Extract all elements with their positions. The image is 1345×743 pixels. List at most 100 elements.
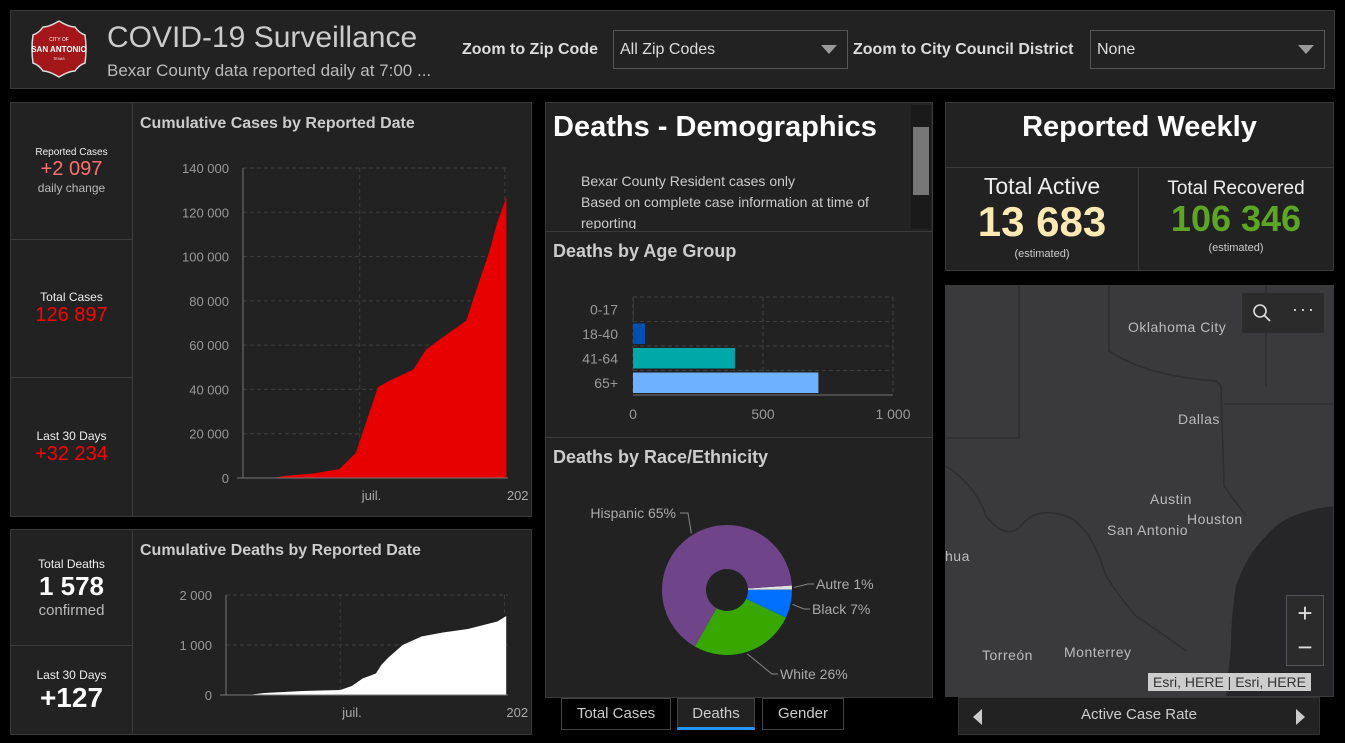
value: +127: [39, 681, 104, 713]
slice-label: White 26%: [780, 666, 848, 682]
tab-deaths[interactable]: Deaths: [677, 698, 755, 730]
deaths-panel: Total Deaths 1 578 confirmed Last 30 Day…: [10, 529, 532, 735]
y-tick-label: 140 000: [182, 161, 229, 176]
chevron-down-icon: [821, 45, 837, 54]
chevron-down-icon: [1298, 45, 1314, 54]
slice-label: Autre 1%: [816, 576, 874, 592]
total-active-stat: Total Active 13 683 (estimated): [946, 167, 1139, 271]
note-item: Based on complete case information at ti…: [581, 192, 901, 229]
map-place-label: Torreón: [982, 647, 1033, 663]
value: 106 346: [1170, 198, 1302, 239]
x-tick-label: juil.: [361, 488, 382, 503]
note-item: Bexar County Resident cases only: [581, 171, 901, 192]
next-arrow-icon[interactable]: [1296, 709, 1305, 725]
header: CITY OF SAN ANTONIO TEXAS COVID-19 Surve…: [10, 10, 1335, 89]
label: Total Deaths: [38, 556, 105, 571]
search-icon[interactable]: [1252, 303, 1272, 323]
y-tick-label: 20 000: [189, 427, 229, 442]
area-series: [272, 197, 507, 478]
y-tick-label: 65+: [594, 375, 618, 391]
app-title: COVID-19 Surveillance: [107, 21, 418, 54]
reported-cases-stat: Reported Cases +2 097 daily change: [11, 103, 133, 240]
svg-text:SAN ANTONIO: SAN ANTONIO: [31, 45, 87, 54]
y-tick-label: 18-40: [582, 326, 618, 342]
district-label: Zoom to City Council District: [853, 41, 1074, 58]
cases-panel: Reported Cases +2 097 daily change Total…: [10, 102, 532, 517]
x-tick-label: 500: [751, 406, 775, 422]
chart-title: Deaths by Age Group: [553, 241, 737, 261]
y-tick-label: 41-64: [582, 350, 618, 366]
map-toolbar: ···: [1242, 293, 1324, 333]
scrollbar-thumb[interactable]: [913, 127, 929, 195]
city-logo: CITY OF SAN ANTONIO TEXAS: [31, 20, 87, 78]
demographics-notes: Bexar County Resident cases only Based o…: [581, 171, 901, 229]
leader-line: [680, 512, 692, 534]
race-chart[interactable]: Autre 1% Black 7% White 26% Hispanic 65%: [546, 483, 932, 697]
zip-value: All Zip Codes: [620, 41, 716, 58]
weekly-title: Reported Weekly: [1022, 111, 1257, 143]
age-chart[interactable]: 0 500 1 000 0-17 18-40 41-64 65+: [546, 283, 932, 433]
label: Total Cases: [40, 290, 103, 304]
x-tick-label: 0: [629, 406, 637, 422]
x-tick-label: juil.: [341, 705, 362, 720]
map-place-label: Dallas: [1178, 411, 1220, 427]
label: Total Recovered: [1167, 178, 1305, 199]
x-tick-label: 202: [506, 705, 528, 720]
value: +2 097: [40, 158, 103, 180]
leader-line: [792, 603, 810, 610]
map-place-label: Austin: [1150, 491, 1192, 507]
cases-chart[interactable]: 0 20 000 40 000 60 000 80 000 100 000 120 000 1…: [133, 143, 531, 513]
chart-title: Cumulative Cases by Reported Date: [140, 115, 415, 132]
y-tick-label: 2 000: [179, 588, 212, 603]
area-series: [248, 616, 507, 695]
y-tick-label: 40 000: [189, 382, 229, 397]
zip-label: Zoom to Zip Code: [462, 41, 598, 58]
leader-line: [793, 583, 814, 588]
demographics-title: Deaths - Demographics: [553, 111, 877, 143]
map-place-label: Houston: [1187, 511, 1243, 527]
map-basemap: [946, 286, 1333, 696]
total-deaths-stat: Total Deaths 1 578 confirmed: [11, 530, 133, 646]
map-attribution[interactable]: Esri, HERE | Esri, HERE: [1148, 673, 1311, 691]
y-tick-label: 120 000: [182, 205, 229, 220]
map-place-label: Oklahoma City: [1128, 319, 1227, 335]
sub: (estimated): [1208, 242, 1264, 254]
sub: confirmed: [38, 601, 105, 619]
weekly-panel: Reported Weekly Total Active 13 683 (est…: [945, 102, 1334, 271]
last30-cases-stat: Last 30 Days +32 234: [11, 378, 133, 517]
y-tick-label: 100 000: [182, 250, 229, 265]
label: Last 30 Days: [36, 667, 107, 682]
y-tick-label: 0-17: [590, 301, 618, 317]
district-select[interactable]: None: [1090, 30, 1325, 69]
bar: [633, 299, 634, 320]
sub: (estimated): [1014, 248, 1070, 260]
last30-deaths-stat: Last 30 Days +127: [11, 646, 133, 735]
y-tick-label: 1 000: [179, 638, 212, 653]
svg-text:TEXAS: TEXAS: [53, 57, 65, 61]
scrollbar[interactable]: [911, 105, 931, 229]
svg-text:CITY OF: CITY OF: [49, 37, 69, 43]
zip-select[interactable]: All Zip Codes: [613, 30, 848, 69]
divider: [546, 231, 932, 232]
y-tick-label: 0: [222, 471, 229, 486]
value: 126 897: [35, 304, 108, 326]
y-tick-label: 60 000: [189, 338, 229, 353]
y-tick-label: 0: [205, 688, 212, 703]
district-value: None: [1097, 41, 1136, 58]
slice-label: Hispanic 65%: [590, 505, 676, 521]
slice-label: Black 7%: [812, 601, 870, 617]
zoom-out-button[interactable]: −: [1287, 630, 1323, 664]
value: 13 683: [977, 198, 1107, 245]
zoom-controls: + −: [1286, 595, 1324, 666]
zoom-in-button[interactable]: +: [1287, 596, 1323, 630]
deaths-chart[interactable]: 0 1 000 2 000 juil. 202: [133, 570, 531, 734]
more-icon[interactable]: ···: [1292, 299, 1316, 320]
bar: [633, 348, 735, 369]
tab-gender[interactable]: Gender: [762, 698, 844, 730]
x-tick-label: 1 000: [875, 406, 910, 422]
y-tick-label: 80 000: [189, 294, 229, 309]
x-tick-label: 202: [507, 488, 529, 503]
total-recovered-stat: Total Recovered 106 346 (estimated): [1139, 167, 1333, 271]
tab-total-cases[interactable]: Total Cases: [561, 698, 671, 730]
map[interactable]: ··· + − Esri, HERE | Esri, HERE: [945, 285, 1334, 697]
